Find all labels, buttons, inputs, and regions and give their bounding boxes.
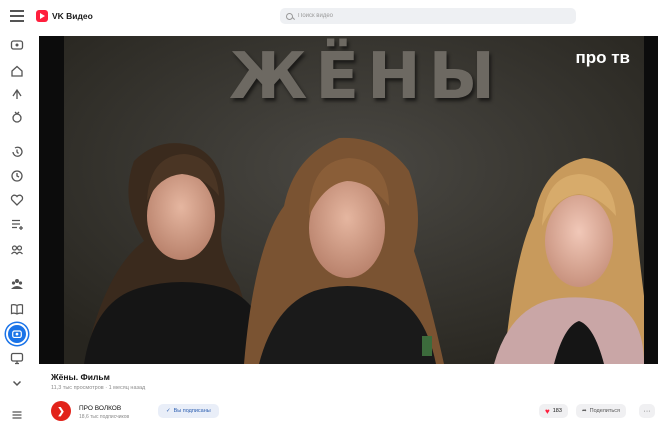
search-icon [286,12,293,20]
shorts-icon[interactable] [10,110,24,124]
channel-name[interactable]: ПРО ВОЛКОВ [79,405,121,412]
my-videos-icon[interactable] [6,323,28,345]
video-frame: ЖЁНЫ про тв [64,36,644,364]
tv-icon[interactable] [10,38,24,52]
share-icon: ➦ [582,408,587,414]
search-input[interactable] [298,13,558,19]
check-icon: ✓ [166,408,171,414]
share-label: Поделиться [589,408,620,414]
history-icon[interactable] [10,145,24,159]
logo-text: VK Видео [52,11,93,21]
screen-icon[interactable] [10,351,24,365]
share-button[interactable]: ➦ Поделиться [576,404,626,418]
search-bar[interactable] [280,8,576,24]
channel-watermark: про тв [575,48,630,67]
heart-icon: ♥ [545,406,550,416]
community-icon[interactable] [10,277,24,291]
trending-icon[interactable] [10,87,24,101]
top-bar: VK Видео [0,0,658,34]
more-button[interactable]: ··· [639,404,655,418]
subscriptions-icon[interactable] [10,243,24,257]
channel-avatar[interactable]: ❯ [51,401,71,421]
video-overlay-title: ЖЁНЫ [229,40,503,114]
channel-row: ❯ ПРО ВОЛКОВ 18,6 тыс подписчиков ✓ Вы п… [51,401,658,421]
watch-later-icon[interactable] [10,169,24,183]
expand-icon[interactable] [10,376,24,390]
subscribe-label: Вы подписаны [173,408,211,414]
home-icon[interactable] [10,64,24,78]
like-count: 183 [552,408,562,414]
sidebar [0,34,36,421]
catalog-icon[interactable] [10,302,24,316]
video-player[interactable]: ЖЁНЫ про тв [39,36,658,364]
menu-icon[interactable] [10,408,24,422]
like-button[interactable]: ♥ 183 [539,404,568,418]
vk-video-logo-icon [36,10,48,22]
video-stats: 11,3 тыс просмотров · 1 месяц назад [51,385,146,391]
logo[interactable]: VK Видео [36,10,93,22]
liked-icon[interactable] [10,193,24,207]
menu-icon[interactable] [10,10,24,22]
playlist-icon[interactable] [10,217,24,231]
video-title: Жёны. Фильм [51,372,110,382]
subscribe-button[interactable]: ✓ Вы подписаны [158,404,219,418]
channel-subscribers: 18,6 тыс подписчиков [79,414,130,420]
